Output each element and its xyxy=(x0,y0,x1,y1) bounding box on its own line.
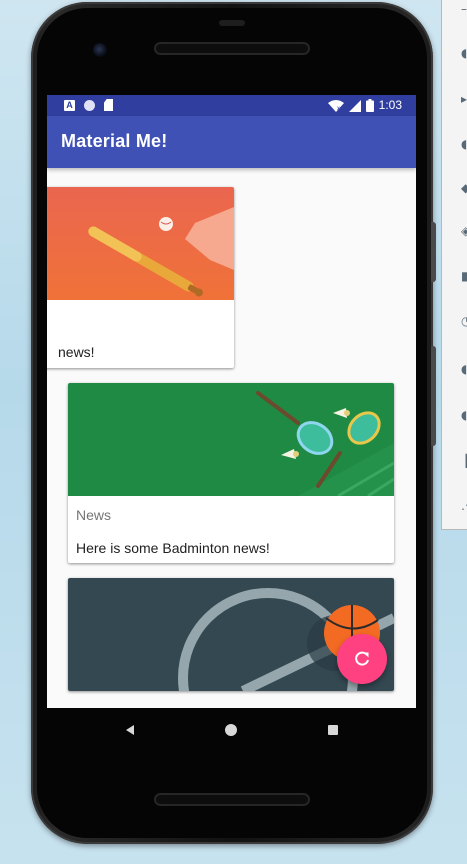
rotate-right-icon[interactable]: ◈ xyxy=(461,225,467,237)
news-card-baseball[interactable]: news! xyxy=(47,187,234,368)
overview-emulator-icon[interactable]: ▐ xyxy=(461,455,467,467)
badminton-image xyxy=(68,383,394,496)
sd-card-icon xyxy=(104,99,113,111)
top-speaker xyxy=(156,44,308,53)
power-icon[interactable]: ◖ xyxy=(461,47,467,59)
battery-icon xyxy=(365,99,374,112)
refresh-icon xyxy=(355,651,369,666)
app-title: Material Me! xyxy=(61,131,168,151)
back-icon[interactable] xyxy=(122,722,138,738)
card-subtitle-badminton: News xyxy=(76,507,112,523)
earpiece-slot xyxy=(219,20,245,26)
emulator-toolbar: – ◖ ▸ ◖ ◆ ◈ ■ ◔ ◖ ◖ ▐ ⋰ xyxy=(441,0,467,530)
app-screen: A x 1:03 Material Me! news! News Here is… xyxy=(47,95,416,708)
recents-icon[interactable] xyxy=(325,722,341,738)
notification-a-icon: A xyxy=(64,99,75,111)
front-camera xyxy=(93,43,107,57)
baseball-image xyxy=(47,187,234,300)
wifi-icon: x xyxy=(327,99,344,112)
card-body-badminton: Here is some Badminton news! xyxy=(76,540,270,556)
refresh-fab[interactable] xyxy=(337,634,387,684)
rotate-left-icon[interactable]: ◆ xyxy=(461,182,467,194)
card-body-baseball: news! xyxy=(58,344,95,360)
svg-text:x: x xyxy=(337,106,340,112)
home-emulator-icon[interactable]: ◖ xyxy=(461,409,467,421)
status-time: 1:03 xyxy=(378,98,402,112)
bottom-speaker xyxy=(156,795,308,804)
status-bar: A x 1:03 xyxy=(47,95,416,116)
more-icon[interactable]: ⋰ xyxy=(461,499,467,511)
nav-bar xyxy=(47,708,416,752)
volume-button[interactable] xyxy=(431,222,436,282)
notification-circle-icon xyxy=(84,99,95,111)
back-emulator-icon[interactable]: ◖ xyxy=(461,363,467,375)
power-button[interactable] xyxy=(431,346,436,446)
screenshot-icon[interactable]: ■ xyxy=(461,270,467,282)
zoom-icon[interactable]: ◔ xyxy=(461,315,467,327)
minimize-icon[interactable]: – xyxy=(461,3,467,15)
volume-up-icon[interactable]: ▸ xyxy=(461,93,467,105)
signal-icon xyxy=(348,99,361,112)
news-card-badminton[interactable]: News Here is some Badminton news! xyxy=(68,383,394,563)
home-icon[interactable] xyxy=(223,722,239,738)
volume-down-icon[interactable]: ◖ xyxy=(461,138,467,150)
app-bar: Material Me! xyxy=(47,116,416,168)
